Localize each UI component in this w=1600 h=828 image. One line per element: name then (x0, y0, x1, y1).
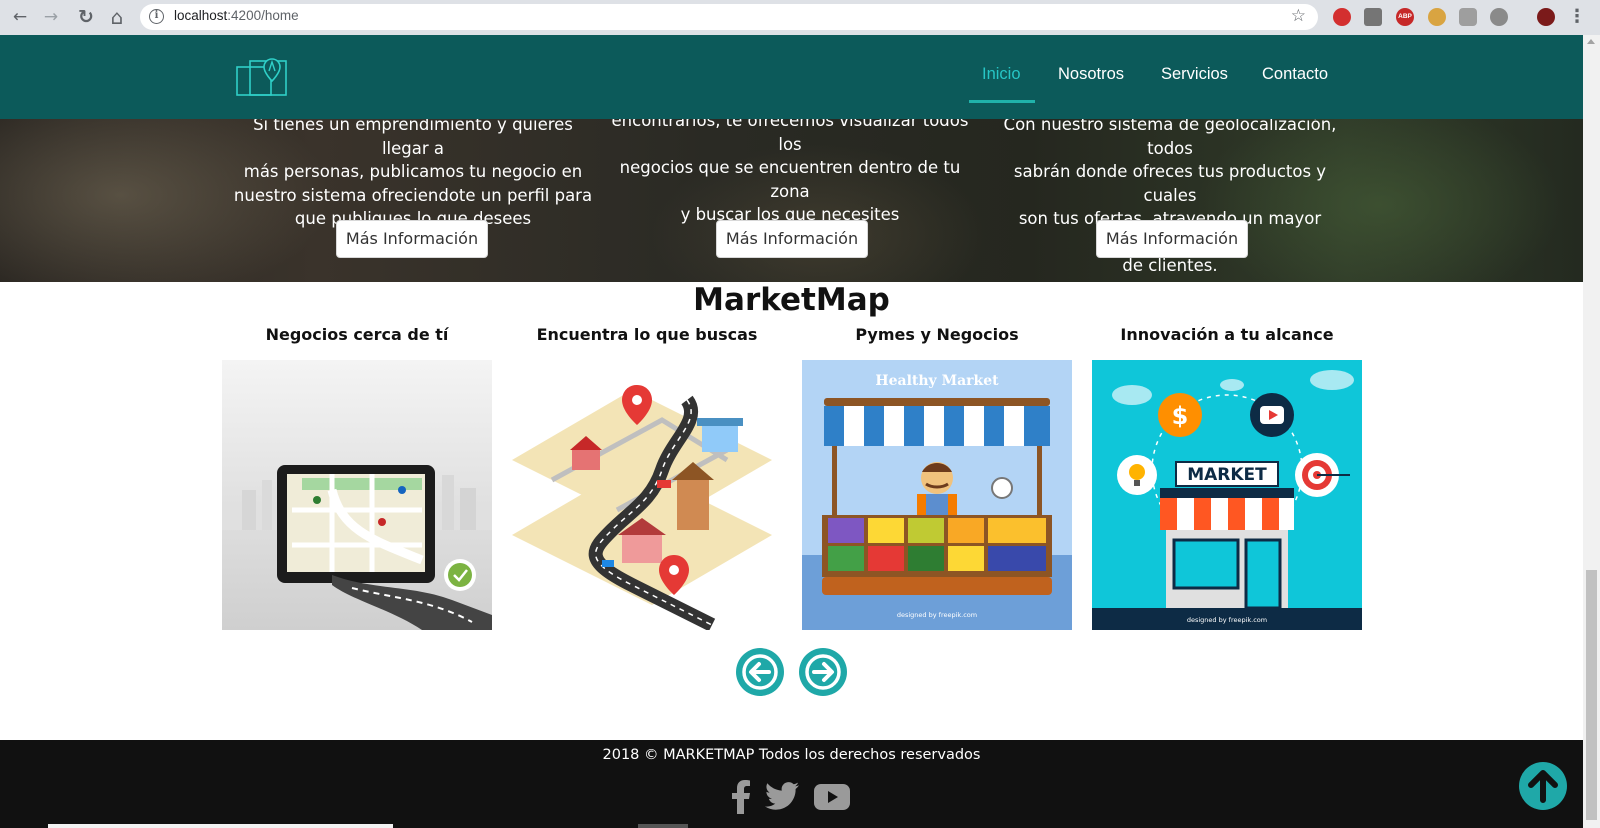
camera-extension-icon[interactable] (1364, 8, 1382, 26)
copyright-text: 2018 © MARKETMAP Todos los derechos rese… (602, 747, 981, 763)
svg-text:$: $ (1172, 402, 1189, 430)
browser-menu-icon[interactable]: ⋮ (1568, 6, 1586, 28)
back-arrow-icon[interactable]: ← (9, 6, 31, 28)
carousel-next-button[interactable] (799, 648, 847, 696)
healthy-market-image[interactable]: Healthy Market designed by freepik.com (802, 360, 1072, 630)
section-title: MarketMap (693, 282, 890, 318)
nav-link-nosotros[interactable]: Nosotros (1058, 65, 1124, 84)
cookie-extension-icon[interactable] (1428, 8, 1446, 26)
adblock-extension-icon[interactable]: ABP (1396, 8, 1414, 26)
feature-line: sabrán donde ofreces tus productos y cua… (1013, 162, 1327, 205)
nav-link-contacto[interactable]: Contacto (1262, 65, 1328, 84)
tablet-map-image[interactable] (222, 360, 492, 630)
feature-line: Con nuestro sistema de geolocalización, … (1003, 115, 1337, 158)
arrow-up-icon (1528, 770, 1558, 803)
url-path: :4200/home (227, 8, 299, 23)
feature-publish-text: Si tienes un emprendimiento y quieres ll… (233, 113, 593, 231)
card-title: Innovación a tu alcance (1120, 325, 1334, 344)
card-title: Encuentra lo que buscas (536, 325, 758, 344)
youtube-icon[interactable] (814, 784, 850, 810)
market-store-image[interactable]: $ MARKET designed by freepik.com (1092, 360, 1362, 630)
bottom-status-segment (638, 824, 688, 828)
facebook-icon[interactable] (731, 780, 751, 814)
url-text[interactable]: localhost:4200/home (174, 8, 299, 23)
nav-link-inicio[interactable]: Inicio (982, 65, 1021, 84)
back-to-top-button[interactable] (1519, 762, 1567, 810)
page-viewport: Si tienes un emprendimiento y quieres ll… (0, 35, 1600, 828)
carousel-prev-button[interactable] (736, 648, 784, 696)
bottom-status-bar (48, 824, 393, 828)
feature-search-text: encontrarlos, te ofrecemos visualizar to… (605, 109, 975, 227)
image-credit-text: designed by freepik.com (897, 611, 977, 619)
more-info-button[interactable]: Más Información (336, 220, 488, 258)
feature-line: más personas, publicamos tu negocio en (243, 162, 583, 181)
more-info-button[interactable]: Más Información (1096, 220, 1248, 258)
profile-avatar[interactable] (1537, 8, 1555, 26)
active-nav-underline (969, 100, 1035, 103)
home-icon[interactable]: ⌂ (106, 6, 128, 28)
store-sign-text: MARKET (1187, 465, 1267, 485)
page-scrollbar[interactable] (1583, 35, 1600, 828)
browser-toolbar: ← → ↻ ⌂ i localhost:4200/home ☆ ABP ⋮ (0, 0, 1600, 35)
scroll-up-arrow-icon[interactable] (1587, 39, 1595, 44)
cube-extension-icon[interactable] (1459, 8, 1477, 26)
more-info-button[interactable]: Más Información (716, 220, 868, 258)
extension-icon[interactable] (1333, 8, 1351, 26)
scrollbar-thumb[interactable] (1586, 570, 1597, 820)
feature-line: negocios que se encuentren dentro de tu … (619, 158, 961, 201)
feature-line: nuestro sistema ofreciendote un perfil p… (233, 185, 593, 205)
card-title: Pymes y Negocios (855, 325, 1019, 344)
info-icon[interactable]: i (149, 9, 164, 24)
card-title: Negocios cerca de tí (265, 325, 449, 344)
isometric-city-map-image[interactable] (512, 360, 782, 630)
forward-arrow-icon[interactable]: → (40, 6, 62, 28)
url-host: localhost (174, 8, 228, 23)
site-footer: 2018 © MARKETMAP Todos los derechos rese… (0, 740, 1583, 828)
feature-line: Si tienes un emprendimiento y quieres ll… (253, 115, 573, 158)
site-navbar: Inicio Nosotros Servicios Contacto (0, 35, 1583, 119)
bookmark-star-icon[interactable]: ☆ (1291, 6, 1306, 26)
image-credit-text: designed by freepik.com (1187, 616, 1267, 624)
market-sign-text: Healthy Market (875, 373, 999, 389)
arrow-right-icon (805, 654, 841, 690)
marketmap-logo-icon[interactable] (236, 57, 288, 97)
address-bar[interactable]: i localhost:4200/home ☆ (140, 4, 1318, 30)
arrow-left-icon (742, 654, 778, 690)
gamepad-extension-icon[interactable] (1490, 8, 1508, 26)
twitter-icon[interactable] (765, 782, 799, 810)
reload-icon[interactable]: ↻ (75, 6, 97, 28)
nav-link-servicios[interactable]: Servicios (1161, 65, 1228, 84)
